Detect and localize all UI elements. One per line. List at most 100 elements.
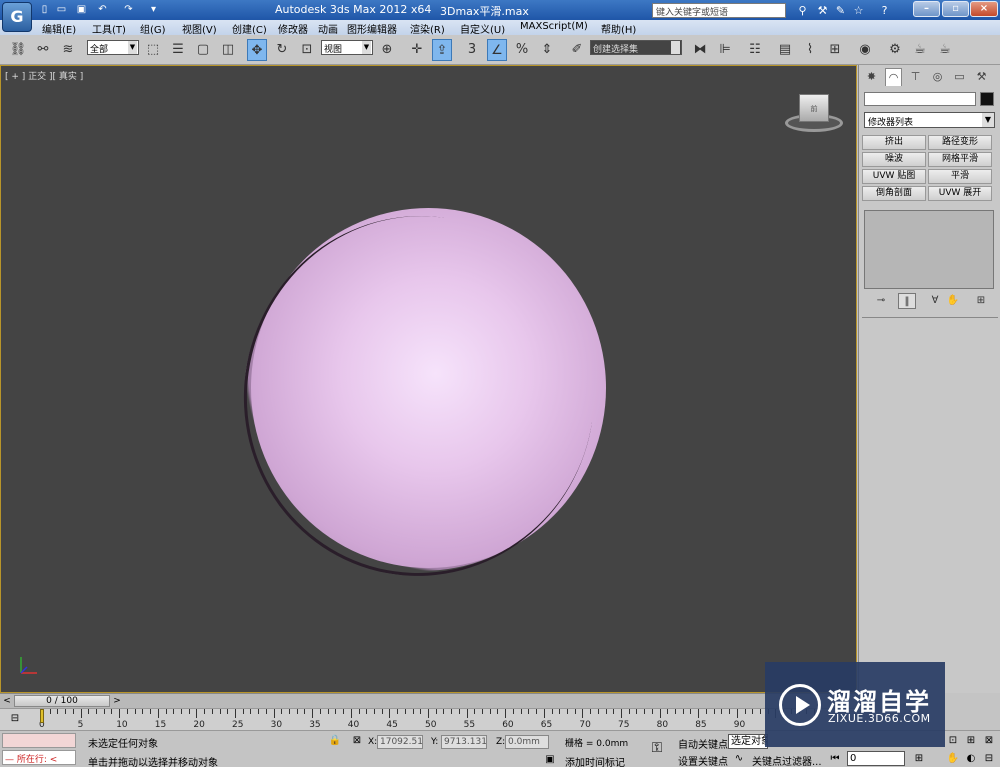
absolute-mode-icon[interactable]: ⊠ xyxy=(350,734,364,748)
menu-tools[interactable]: 工具(T) xyxy=(92,21,126,36)
modifier-button-smooth[interactable]: 平滑 xyxy=(928,169,992,184)
selected-objects-select[interactable]: 选定对象 xyxy=(728,734,768,749)
hierarchy-tab-icon[interactable]: ⊤ xyxy=(907,68,924,86)
rendered-frame-window-icon[interactable]: ☕ xyxy=(910,39,930,61)
time-configuration-icon[interactable]: ⊞ xyxy=(912,752,926,766)
maximize-viewport-icon[interactable]: ⊟ xyxy=(982,752,996,766)
object-name-field[interactable] xyxy=(864,92,976,106)
close-button[interactable]: × xyxy=(970,1,998,17)
make-unique-icon[interactable]: ∀ xyxy=(926,293,944,309)
pin-stack-icon[interactable]: ⊸ xyxy=(872,293,890,309)
modify-tab-icon[interactable]: ◠ xyxy=(885,68,902,86)
viewport-label[interactable]: [ + ] 正交 ][ 真实 ] xyxy=(5,69,83,82)
menu-group[interactable]: 组(G) xyxy=(140,21,166,36)
select-by-name-icon[interactable]: ☰ xyxy=(168,39,188,61)
current-frame-field[interactable]: 0 xyxy=(847,751,905,766)
menu-views[interactable]: 视图(V) xyxy=(182,21,217,36)
menu-modifiers[interactable]: 修改器 xyxy=(278,21,308,36)
view-cube-face[interactable]: 前 xyxy=(799,94,829,122)
chevron-left-icon[interactable]: < xyxy=(2,695,12,707)
binoculars-icon[interactable]: ⚲ xyxy=(795,3,810,18)
key-filter-icon[interactable]: ∿ xyxy=(732,752,746,766)
window-crossing-icon[interactable]: ◫ xyxy=(218,39,238,61)
chevron-right-icon[interactable]: > xyxy=(112,695,122,707)
spinner-snap-icon[interactable]: ⇕ xyxy=(537,39,557,61)
display-tab-icon[interactable]: ▭ xyxy=(951,68,968,86)
open-file-icon[interactable]: ▭ xyxy=(55,3,68,17)
info-center-icon[interactable]: ✎ xyxy=(833,3,848,18)
snaps-toggle-icon[interactable]: 3 xyxy=(462,39,482,61)
lock-selection-icon[interactable]: 🔒 xyxy=(328,734,342,748)
menu-maxscript[interactable]: MAXScript(M) xyxy=(520,21,588,32)
maximize-button[interactable]: ▫ xyxy=(942,1,969,17)
unlink-icon[interactable]: ⚯ xyxy=(33,39,53,61)
menu-create[interactable]: 创建(C) xyxy=(232,21,267,36)
bind-space-warp-icon[interactable]: ≋ xyxy=(58,39,78,61)
set-key-button[interactable]: 设置关键点 xyxy=(678,753,728,767)
menu-rendering[interactable]: 渲染(R) xyxy=(410,21,445,36)
key-filters-button[interactable]: 关键点过滤器... xyxy=(752,753,822,767)
orbit-icon[interactable]: ◐ xyxy=(964,752,978,766)
modifier-button-unwrap-uvw[interactable]: UVW 展开 xyxy=(928,186,992,201)
menu-graph-editors[interactable]: 图形编辑器 xyxy=(347,21,397,36)
modifier-button-bevel-profile[interactable]: 倒角剖面 xyxy=(862,186,926,201)
zoom-extents-icon[interactable]: ⊡ xyxy=(946,734,960,748)
select-object-icon[interactable]: ⬚ xyxy=(143,39,163,61)
utilities-tab-icon[interactable]: ⚒ xyxy=(973,68,990,86)
modifier-list-select[interactable]: 修改器列表 ▼ xyxy=(864,112,995,128)
create-tab-icon[interactable]: ✸ xyxy=(863,68,880,86)
maxscript-listener[interactable] xyxy=(2,733,76,748)
mirror-icon[interactable]: ⧓ xyxy=(690,39,710,61)
fov-icon[interactable]: ⊠ xyxy=(982,734,996,748)
remove-modifier-icon[interactable]: ✋ xyxy=(944,293,962,309)
undo-icon[interactable]: ↶ xyxy=(96,3,109,17)
menu-animation[interactable]: 动画 xyxy=(318,21,338,36)
menu-help[interactable]: 帮助(H) xyxy=(601,21,636,36)
quick-access-dropdown-icon[interactable]: ▾ xyxy=(147,3,160,17)
select-and-scale-icon[interactable]: ⊡ xyxy=(297,39,317,61)
named-selection-select[interactable]: 创建选择集 ▼ xyxy=(590,40,682,55)
mini-curve-editor-icon[interactable]: ⊟ xyxy=(8,712,22,726)
render-production-icon[interactable]: ☕ xyxy=(935,39,955,61)
auto-key-button[interactable]: 自动关键点 xyxy=(678,736,728,751)
time-slider-thumb[interactable]: 0 / 100 xyxy=(14,695,110,707)
view-cube[interactable]: 前 xyxy=(785,92,843,134)
configure-modifier-sets-icon[interactable]: ⊞ xyxy=(972,293,990,309)
select-manipulate-icon[interactable]: ✛ xyxy=(407,39,427,61)
z-coordinate-field[interactable]: 0.0mm xyxy=(505,735,549,749)
zoom-extents-all-icon[interactable]: ⊞ xyxy=(964,734,978,748)
keyboard-shortcut-override-icon[interactable]: ⇪ xyxy=(432,39,452,61)
select-and-move-icon[interactable]: ✥ xyxy=(247,39,267,61)
layer-manager-icon[interactable]: ☷ xyxy=(745,39,765,61)
maxscript-line-field[interactable]: — 所在行: < xyxy=(2,750,76,765)
percent-snap-icon[interactable]: % xyxy=(512,39,532,61)
modifier-button-noise[interactable]: 噪波 xyxy=(862,152,926,167)
favorites-icon[interactable]: ☆ xyxy=(851,3,866,18)
object-color-swatch[interactable] xyxy=(980,92,994,106)
menu-customize[interactable]: 自定义(U) xyxy=(460,21,505,36)
y-coordinate-field[interactable]: 9713.131n xyxy=(441,735,487,749)
app-menu-button[interactable]: G xyxy=(2,2,32,32)
render-setup-icon[interactable]: ⚙ xyxy=(885,39,905,61)
go-to-start-icon[interactable]: ⏮ xyxy=(828,752,842,766)
modifier-button-uvw-map[interactable]: UVW 贴图 xyxy=(862,169,926,184)
modifier-button-meshsmooth[interactable]: 网格平滑 xyxy=(928,152,992,167)
edit-named-selection-icon[interactable]: ✐ xyxy=(567,39,587,61)
show-end-result-icon[interactable]: ‖ xyxy=(898,293,916,309)
modifier-button-path-deform[interactable]: 路径变形 xyxy=(928,135,992,150)
save-icon[interactable]: ▣ xyxy=(75,3,88,17)
tools-icon[interactable]: ⚒ xyxy=(815,3,830,18)
redo-icon[interactable]: ↷ xyxy=(122,3,135,17)
menu-edit[interactable]: 编辑(E) xyxy=(42,21,76,36)
key-icon[interactable]: ⚿ xyxy=(650,741,664,755)
modifier-stack[interactable] xyxy=(864,210,994,289)
modifier-button-extrude[interactable]: 挤出 xyxy=(862,135,926,150)
motion-tab-icon[interactable]: ◎ xyxy=(929,68,946,86)
schematic-view-icon[interactable]: ⊞ xyxy=(825,39,845,61)
link-icon[interactable]: ⛓ xyxy=(8,39,28,61)
time-tag-icon[interactable]: ▣ xyxy=(543,753,557,767)
rectangle-selection-icon[interactable]: ▢ xyxy=(193,39,213,61)
select-and-rotate-icon[interactable]: ↻ xyxy=(272,39,292,61)
x-coordinate-field[interactable]: 17092.519 xyxy=(377,735,423,749)
minimize-button[interactable]: – xyxy=(913,1,940,17)
